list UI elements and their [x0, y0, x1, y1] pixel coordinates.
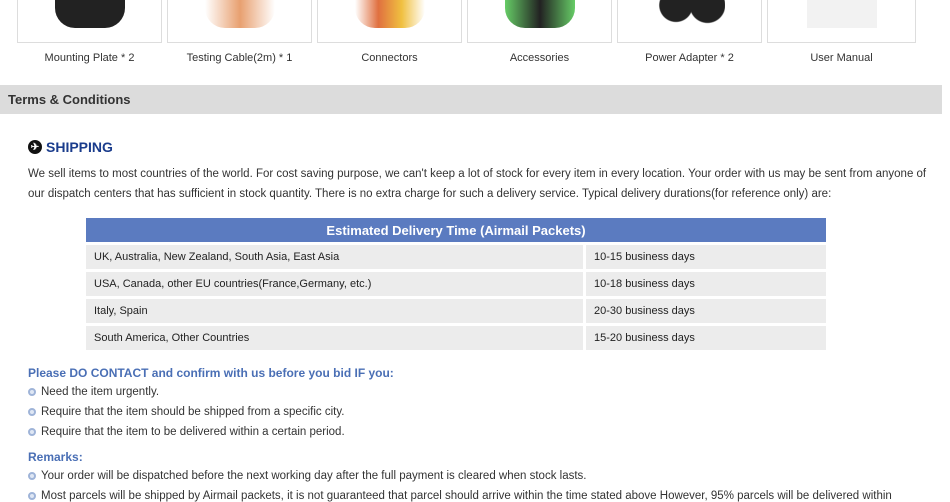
- product-image: [504, 0, 575, 28]
- product-user-manual: User Manual: [767, 0, 916, 64]
- list-text: Most parcels will be shipped by Airmail …: [41, 490, 892, 502]
- region-cell: USA, Canada, other EU countries(France,G…: [86, 272, 583, 296]
- time-cell: 10-15 business days: [583, 245, 826, 269]
- table-row: South America, Other Countries 15-20 busi…: [86, 326, 826, 350]
- airplane-icon: ✈: [28, 140, 42, 154]
- product-accessories: Accessories: [467, 0, 612, 64]
- product-mounting-plate: Mounting Plate * 2: [17, 0, 162, 64]
- product-label: Power Adapter * 2: [645, 52, 734, 64]
- remarks-heading: Remarks:: [28, 450, 83, 464]
- list-text: Your order will be dispatched before the…: [41, 470, 587, 482]
- time-cell: 10-18 business days: [583, 272, 826, 296]
- time-cell: 15-20 business days: [583, 326, 826, 350]
- bullet-icon: [28, 388, 36, 396]
- region-cell: UK, Australia, New Zealand, South Asia, …: [86, 245, 583, 269]
- product-label: Testing Cable(2m) * 1: [186, 52, 293, 64]
- shipping-title: SHIPPING: [46, 139, 113, 155]
- bullet-icon: [28, 472, 36, 480]
- product-label: Accessories: [509, 52, 570, 64]
- contact-heading: Please DO CONTACT and confirm with us be…: [28, 366, 394, 380]
- bullet-icon: [28, 492, 36, 500]
- list-item: Most parcels will be shipped by Airmail …: [28, 490, 892, 502]
- list-text: Require that the item should be shipped …: [41, 406, 345, 418]
- list-item: Require that the item should be shipped …: [28, 406, 344, 418]
- delivery-table: Estimated Delivery Time (Airmail Packets…: [86, 215, 826, 353]
- bullet-icon: [28, 428, 36, 436]
- list-text: Require that the item to be delivered wi…: [41, 426, 345, 438]
- product-image: [54, 0, 125, 28]
- list-text: Need the item urgently.: [41, 386, 160, 398]
- product-image: [654, 0, 725, 28]
- list-item: Your order will be dispatched before the…: [28, 470, 586, 482]
- table-row: USA, Canada, other EU countries(France,G…: [86, 272, 826, 296]
- product-image: [204, 0, 275, 28]
- terms-header: Terms & Conditions: [0, 85, 942, 114]
- list-item: Require that the item to be delivered wi…: [28, 426, 345, 438]
- list-item: Need the item urgently.: [28, 386, 159, 398]
- product-label: User Manual: [810, 52, 873, 64]
- product-power-adapter: Power Adapter * 2: [617, 0, 762, 64]
- table-row: Italy, Spain 20-30 business days: [86, 299, 826, 323]
- product-image: [806, 0, 877, 28]
- time-cell: 20-30 business days: [583, 299, 826, 323]
- shipping-text: We sell items to most countries of the w…: [28, 168, 927, 200]
- product-image: [354, 0, 425, 28]
- shipping-heading: ✈ SHIPPING: [28, 139, 113, 155]
- product-testing-cable: Testing Cable(2m) * 1: [167, 0, 312, 64]
- table-row: UK, Australia, New Zealand, South Asia, …: [86, 245, 826, 269]
- product-label: Connectors: [361, 52, 418, 64]
- product-connectors: Connectors: [317, 0, 462, 64]
- region-cell: South America, Other Countries: [86, 326, 583, 350]
- region-cell: Italy, Spain: [86, 299, 583, 323]
- table-header: Estimated Delivery Time (Airmail Packets…: [86, 218, 826, 242]
- bullet-icon: [28, 408, 36, 416]
- product-label: Mounting Plate * 2: [44, 52, 135, 64]
